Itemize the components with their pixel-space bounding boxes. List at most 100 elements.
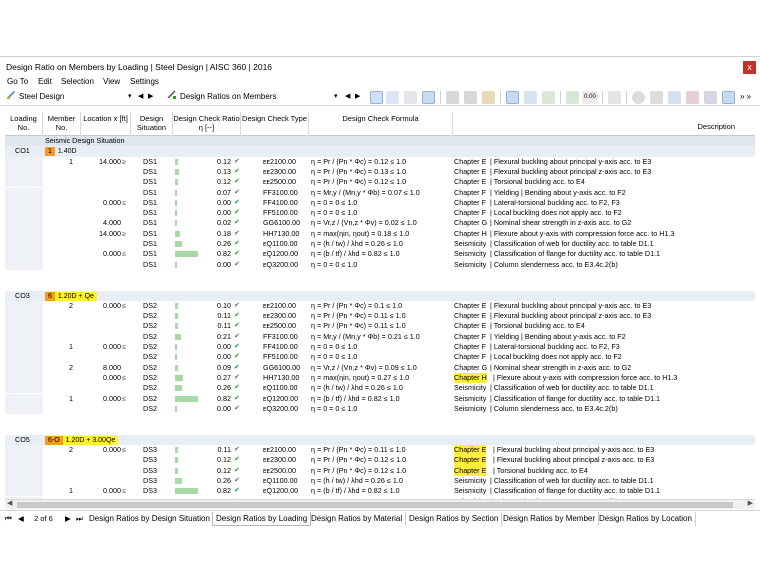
table-row[interactable]: 1 0.000 ≤ DS2 0.00 ✔ FF4100.00 η = 0 = 0 ≤ 1.0 C…	[5, 342, 755, 353]
toolbar-overflow-icon[interactable]: » »	[740, 92, 751, 101]
check-ok-icon: ✔	[234, 487, 240, 495]
check-type: ᴇQ3200.00	[263, 403, 299, 413]
menu-selection[interactable]: Selection	[61, 77, 94, 86]
table-row[interactable]: 1 0.000 ≤ DS2 0.82 ✔ ᴇQ1200.00 η = (b / tf) / λ…	[5, 393, 755, 404]
axis-icon[interactable]	[668, 91, 681, 104]
last-page-icon[interactable]: ⏭	[76, 514, 83, 524]
ratio-value: 0.82	[217, 249, 231, 259]
row-gutter	[5, 455, 43, 466]
first-page-icon[interactable]: ⏮	[5, 514, 12, 524]
search-icon[interactable]	[632, 91, 645, 104]
col-loading-no[interactable]: Loading No.	[5, 112, 43, 136]
export-icon[interactable]	[482, 91, 495, 104]
table-row[interactable]: DS1 0.00 ✔ FF5100.00 η = 0 = 0 ≤ 1.0 Chapter …	[5, 208, 755, 219]
col-member-no[interactable]: Member No.	[43, 112, 81, 136]
table-row[interactable]: DS1 0.12 ✔ ᴇᴇ2500.00 η = Pr / (Pn * Φc) = 0.…	[5, 177, 755, 188]
scroll-right-icon[interactable]: ▶	[748, 499, 753, 507]
select-filter-icon[interactable]	[370, 91, 383, 104]
scroll-left-icon[interactable]: ◀	[7, 499, 12, 507]
horizontal-scrollbar[interactable]: ◀ ▶	[5, 499, 755, 509]
table-row[interactable]: DS3 0.12 ✔ ᴇᴇ2300.00 η = Pr / (Pn * Φc) = 0.…	[5, 455, 755, 466]
table-row[interactable]: 1 0.000 ≤ DS3 0.82 ✔ ᴇQ1200.00 η = (b / tf) / λ…	[5, 486, 755, 497]
col-description[interactable]: Description	[453, 112, 755, 136]
member-no: 1	[69, 486, 73, 496]
description-chapter: Chapter E	[454, 311, 487, 321]
table-row[interactable]: DS1 0.13 ✔ ᴇᴇ2300.00 η = Pr / (Pn * Φc) = 0.…	[5, 166, 755, 178]
table-row[interactable]: DS3 0.26 ✔ ᴇQ1100.00 η = (h / tw) / λhd = 0.…	[5, 475, 755, 487]
close-button[interactable]: x	[743, 61, 756, 74]
units-icon[interactable]	[704, 91, 717, 104]
table-row[interactable]: DS3 0.12 ✔ ᴇᴇ2500.00 η = Pr / (Pn * Φc) = 0.…	[5, 465, 755, 476]
tab-by-material[interactable]: Design Ratios by Material	[308, 512, 407, 526]
menu-settings[interactable]: Settings	[130, 77, 159, 86]
check-ok-icon: ✔	[234, 332, 240, 340]
col-design-situation[interactable]: Design Situation	[131, 112, 173, 136]
table-row[interactable]: 0.000 ≤ DS1 0.82 ✔ ᴇQ1200.00 η = (b / tf) / λh…	[5, 249, 755, 260]
pointer-icon[interactable]	[608, 91, 621, 104]
table-row[interactable]: DS2 0.00 ✔ ᴇQ3200.00 η = 0 = 0 ≤ 1.0 Seismici…	[5, 403, 755, 415]
view-combo[interactable]: Design Ratios on Members ▾	[167, 90, 342, 104]
table-row[interactable]: DS1 0.07 ✔ FF3100.00 η = Mr,y / (Mn,y * Φb) …	[5, 187, 755, 198]
table-row[interactable]: 2 0.000 ≤ DS2 0.10 ✔ ᴇᴇ2100.00 η = Pr / (Pn * Φ…	[5, 300, 755, 312]
prev-view-icon[interactable]: ◀	[345, 92, 350, 100]
table-row[interactable]: 2 0.000 ≤ DS3 0.11 ✔ ᴇᴇ2100.00 η = Pr / (Pn * Φ…	[5, 445, 755, 456]
results-grid[interactable]: Seismic Design Situation CO1 1 1.40D 1 14.000…	[5, 136, 755, 499]
prev-page-icon[interactable]: ◀	[18, 514, 24, 523]
description-text: | Torsional buckling acc. to E4	[493, 465, 588, 475]
relate-icon[interactable]	[422, 91, 435, 104]
next-module-icon[interactable]: ▶	[148, 92, 153, 100]
menu-view[interactable]: View	[103, 77, 120, 86]
filter-icon[interactable]	[566, 91, 579, 104]
table-row[interactable]: DS1 0.26 ✔ ᴇQ1100.00 η = (h / tw) / λhd = 0.…	[5, 239, 755, 250]
extremes-icon[interactable]	[542, 91, 555, 104]
design-situation: DS3	[143, 445, 157, 454]
table-row[interactable]: DS2 0.26 ✔ ᴇQ1100.00 η = (h / tw) / λhd = 0.…	[5, 383, 755, 394]
location-mark	[122, 332, 130, 342]
result-filter-icon[interactable]	[722, 91, 735, 104]
tab-by-loading[interactable]: Design Ratios by Loading	[212, 512, 312, 526]
prev-module-icon[interactable]: ◀	[138, 92, 143, 100]
next-page-icon[interactable]: ▶	[65, 514, 71, 523]
col-formula[interactable]: Design Check Formula	[309, 112, 453, 136]
columns-icon[interactable]	[464, 91, 477, 104]
table-icon[interactable]	[446, 91, 459, 104]
view-combo-label: Design Ratios on Members	[180, 92, 277, 101]
ratio-bar	[175, 477, 182, 484]
group-row[interactable]: CO5 6-O 1.20D + 3.00Qe	[5, 434, 755, 445]
tab-by-member[interactable]: Design Ratios by Member	[500, 512, 600, 526]
visibility-icon[interactable]	[404, 91, 417, 104]
table-row[interactable]: 2 8.000 DS2 0.09 ✔ GG6100.00 η = Vr,z / (Vn,z …	[5, 362, 755, 373]
tab-by-section[interactable]: Design Ratios by Section	[406, 512, 503, 526]
table-row[interactable]: 0.000 ≤ DS2 0.27 ✔ HH7130.00 η = max(ηin, ηout…	[5, 372, 755, 384]
menu-goto[interactable]: Go To	[7, 77, 28, 86]
group-row[interactable]: CO1 1 1.40D	[5, 146, 755, 157]
decimals-icon[interactable]: 0.00	[582, 91, 598, 104]
table-row[interactable]: DS2 0.11 ✔ ᴇᴇ2300.00 η = Pr / (Pn * Φc) = 0.…	[5, 311, 755, 322]
tab-by-design-situation[interactable]: Design Ratios by Design Situation	[86, 512, 214, 526]
table-row[interactable]: 14.000 ≥ DS1 0.18 ✔ HH7130.00 η = max(ηin, ηou…	[5, 228, 755, 239]
description-chapter: Seismicity	[454, 475, 487, 485]
menu-edit[interactable]: Edit	[38, 77, 52, 86]
col-ratio[interactable]: Design Check Ratio η [--]	[173, 112, 241, 136]
location-x	[81, 188, 121, 198]
table-row[interactable]: DS2 0.00 ✔ FF5100.00 η = 0 = 0 ≤ 1.0 Chapter …	[5, 352, 755, 363]
table-row[interactable]: 4.000 DS1 0.02 ✔ GG6100.00 η = Vr,z / (Vn,z *…	[5, 218, 755, 229]
member-filter-icon[interactable]	[386, 91, 399, 104]
group-icon[interactable]	[524, 91, 537, 104]
ratio-bar-track	[175, 177, 205, 187]
sort-icon[interactable]	[506, 91, 519, 104]
scroll-thumb[interactable]	[17, 502, 733, 508]
table-row[interactable]: 1 14.000 ≥ DS1 0.12 ✔ ᴇᴇ2100.00 η = Pr / (Pn * …	[5, 156, 755, 167]
col-location[interactable]: Location x [ft]	[81, 112, 131, 136]
tab-by-location[interactable]: Design Ratios by Location	[596, 512, 696, 526]
module-combo[interactable]: Steel Design ▾	[6, 90, 134, 104]
zoom-icon[interactable]	[650, 91, 663, 104]
next-view-icon[interactable]: ▶	[355, 92, 360, 100]
table-row[interactable]: DS2 0.11 ✔ ᴇᴇ2500.00 η = Pr / (Pn * Φc) = 0.…	[5, 321, 755, 332]
table-row[interactable]: DS2 0.21 ✔ FF3100.00 η = Mr,y / (Mn,y * Φb) …	[5, 331, 755, 342]
table-row[interactable]: DS1 0.00 ✔ ᴇQ3200.00 η = 0 = 0 ≤ 1.0 Seismici…	[5, 259, 755, 270]
group-row[interactable]: CO3 6 1.20D + Qe	[5, 290, 755, 301]
table-row[interactable]: 0.000 ≤ DS1 0.00 ✔ FF4100.00 η = 0 = 0 ≤ 1.0 Ch…	[5, 197, 755, 209]
col-check-type[interactable]: Design Check Type	[241, 112, 309, 136]
color-icon[interactable]	[686, 91, 699, 104]
